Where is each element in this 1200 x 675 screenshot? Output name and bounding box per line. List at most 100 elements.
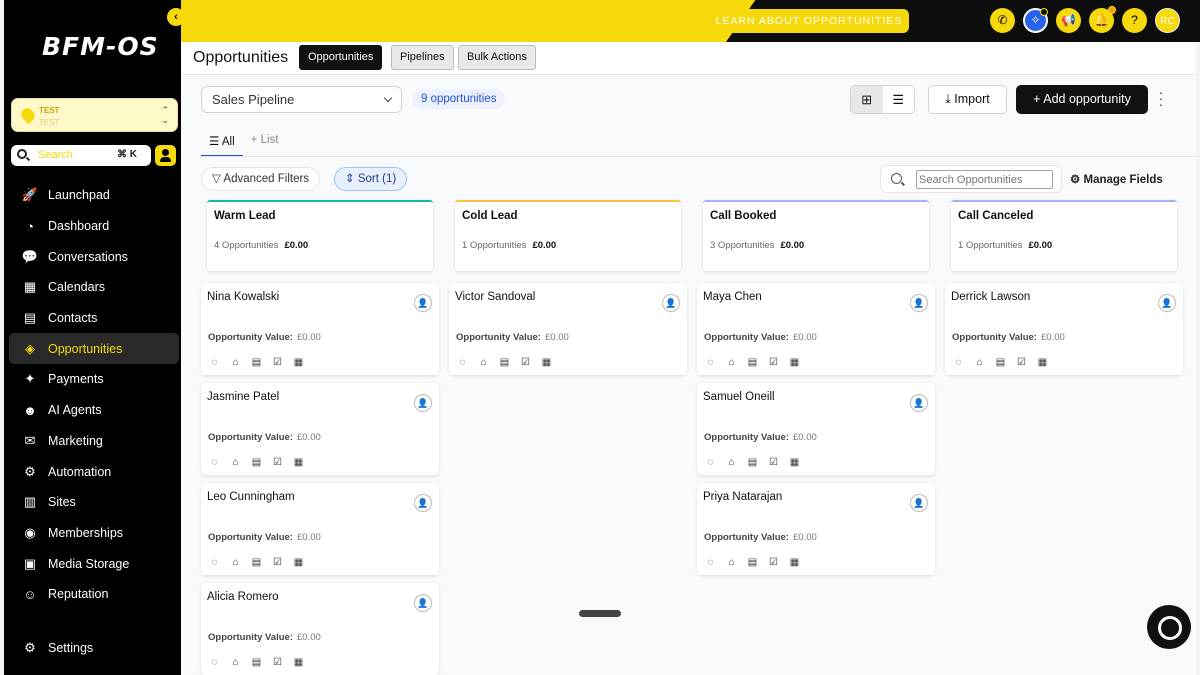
assign-user-icon[interactable]: 👤 [910, 494, 928, 512]
tag-icon[interactable]: ⌂ [477, 356, 490, 369]
task-checkbox-icon[interactable]: ☑ [767, 556, 780, 569]
assign-user-icon[interactable]: 👤 [1158, 294, 1176, 312]
list-view-icon[interactable]: ☰ [883, 86, 915, 113]
sort-button[interactable]: ⇕ Sort (1) [334, 167, 408, 191]
user-icon[interactable] [155, 145, 176, 166]
tab-bulk-actions[interactable]: Bulk Actions [458, 45, 536, 70]
tag-icon[interactable]: ⌂ [229, 556, 242, 569]
assign-user-icon[interactable]: 👤 [910, 394, 928, 412]
sidebar-item-marketing[interactable]: ✉ Marketing [9, 426, 179, 457]
task-checkbox-icon[interactable]: ☑ [271, 656, 284, 669]
task-checkbox-icon[interactable]: ☑ [1015, 356, 1028, 369]
tag-icon[interactable]: ⌂ [725, 456, 738, 469]
import-button[interactable]: ⤓ Import [928, 85, 1007, 114]
chat-widget-icon[interactable] [1147, 605, 1191, 649]
sidebar-item-calendars[interactable]: ▦ Calendars [9, 272, 179, 303]
opportunity-card[interactable]: Victor Sandoval 👤 Opportunity Value: £0.00 ◌… [449, 283, 687, 375]
horizontal-scroll-handle[interactable] [579, 610, 621, 617]
task-checkbox-icon[interactable]: ☑ [271, 356, 284, 369]
learn-about-button[interactable]: LEARN ABOUT OPPORTUNITIES [709, 9, 909, 33]
comment-icon[interactable]: ◌ [208, 356, 221, 369]
appointment-icon[interactable]: ▦ [292, 556, 305, 569]
assign-user-icon[interactable]: 👤 [910, 294, 928, 312]
tag-icon[interactable]: ⌂ [725, 556, 738, 569]
appointment-icon[interactable]: ▦ [1036, 356, 1049, 369]
phone-icon[interactable]: ✆ [990, 8, 1015, 33]
bell-icon[interactable]: 🔔 [1089, 6, 1116, 33]
grid-view-icon[interactable]: ⊞ [851, 86, 883, 113]
opportunity-name[interactable]: Victor Sandoval [455, 291, 535, 303]
advanced-filters-button[interactable]: ▽ Advanced Filters [201, 167, 321, 191]
comment-icon[interactable]: ◌ [952, 356, 965, 369]
opportunity-name[interactable]: Samuel Oneill [703, 391, 775, 403]
opportunity-name[interactable]: Leo Cunningham [207, 491, 295, 503]
appointment-icon[interactable]: ▦ [292, 656, 305, 669]
sidebar-item-sites[interactable]: ▥ Sites [9, 487, 179, 518]
task-checkbox-icon[interactable]: ☑ [519, 356, 532, 369]
note-icon[interactable]: ▤ [250, 556, 263, 569]
appointment-icon[interactable]: ▦ [788, 356, 801, 369]
opportunity-card[interactable]: Leo Cunningham 👤 Opportunity Value: £0.00 ◌ ⌂… [201, 483, 439, 575]
sidebar-item-opportunities[interactable]: ◈ Opportunities [9, 333, 179, 365]
opportunity-name[interactable]: Nina Kowalski [207, 291, 279, 303]
opportunity-card[interactable]: Priya Natarajan 👤 Opportunity Value: £0.00 ◌… [697, 483, 935, 575]
comment-icon[interactable]: ◌ [704, 556, 717, 569]
search-input[interactable] [916, 170, 1053, 189]
more-options-icon[interactable]: · · · [1157, 85, 1165, 111]
task-checkbox-icon[interactable]: ☑ [767, 456, 780, 469]
manage-fields-button[interactable]: ⚙ Manage Fields [1070, 172, 1163, 186]
note-icon[interactable]: ▤ [250, 456, 263, 469]
assign-user-icon[interactable]: 👤 [414, 294, 432, 312]
appointment-icon[interactable]: ▦ [540, 356, 553, 369]
tag-icon[interactable]: ⌂ [229, 356, 242, 369]
comment-icon[interactable]: ◌ [208, 556, 221, 569]
opportunity-card[interactable]: Derrick Lawson 👤 Opportunity Value: £0.00 ◌ ⌂… [945, 283, 1183, 375]
sidebar-item-payments[interactable]: ✦ Payments [9, 364, 179, 395]
appointment-icon[interactable]: ▦ [292, 456, 305, 469]
opportunity-card[interactable]: Maya Chen 👤 Opportunity Value: £0.00 ◌ ⌂ ▤ ☑ ▦ [697, 283, 935, 375]
sidebar-item-reputation[interactable]: ☺ Reputation [9, 579, 179, 610]
sidebar-item-contacts[interactable]: ▤ Contacts [9, 303, 179, 334]
opportunity-name[interactable]: Priya Natarajan [703, 491, 782, 503]
tag-icon[interactable]: ⌂ [229, 456, 242, 469]
tag-icon[interactable]: ⌂ [973, 356, 986, 369]
opportunity-name[interactable]: Alicia Romero [207, 591, 279, 603]
appointment-icon[interactable]: ▦ [788, 456, 801, 469]
tab-pipelines[interactable]: Pipelines [391, 45, 454, 70]
task-checkbox-icon[interactable]: ☑ [271, 456, 284, 469]
megaphone-icon[interactable]: 📢 [1056, 8, 1081, 33]
opportunity-card[interactable]: Alicia Romero 👤 Opportunity Value: £0.00 ◌ ⌂ ▤… [201, 583, 439, 675]
assign-user-icon[interactable]: 👤 [662, 294, 680, 312]
appointment-icon[interactable]: ▦ [788, 556, 801, 569]
tab-all[interactable]: ☰ All [201, 130, 243, 157]
sidebar-item-dashboard[interactable]: ◔ Dashboard [9, 211, 179, 242]
tab-opportunities[interactable]: Opportunities [299, 45, 383, 70]
assign-user-icon[interactable]: 👤 [414, 494, 432, 512]
sidebar-item-settings[interactable]: ⚙ Settings [22, 640, 93, 656]
account-switcher[interactable]: TEST TEST ⌃ ⌄ [11, 98, 178, 132]
sidebar-item-launchpad[interactable]: 🚀 Launchpad [9, 180, 179, 211]
note-icon[interactable]: ▤ [746, 356, 759, 369]
help-icon[interactable]: ? [1122, 8, 1147, 33]
ai-sparkle-icon[interactable]: ✧ [1023, 8, 1048, 33]
comment-icon[interactable]: ◌ [208, 456, 221, 469]
opportunity-name[interactable]: Jasmine Patel [207, 391, 279, 403]
note-icon[interactable]: ▤ [250, 356, 263, 369]
opportunity-card[interactable]: Nina Kowalski 👤 Opportunity Value: £0.00 ◌ ⌂ ▤… [201, 283, 439, 375]
sidebar-item-conversations[interactable]: 💬 Conversations [9, 241, 179, 272]
comment-icon[interactable]: ◌ [456, 356, 469, 369]
appointment-icon[interactable]: ▦ [292, 356, 305, 369]
comment-icon[interactable]: ◌ [704, 356, 717, 369]
add-opportunity-button[interactable]: + Add opportunity [1016, 85, 1148, 114]
assign-user-icon[interactable]: 👤 [414, 394, 432, 412]
opportunity-card[interactable]: Samuel Oneill 👤 Opportunity Value: £0.00 ◌ ⌂ ▤… [697, 383, 935, 475]
sidebar-search[interactable]: Search ⌘ K [11, 145, 151, 166]
note-icon[interactable]: ▤ [498, 356, 511, 369]
tab-add-list[interactable]: + List [243, 130, 287, 157]
task-checkbox-icon[interactable]: ☑ [767, 356, 780, 369]
pipeline-select[interactable]: Sales Pipeline [201, 86, 402, 113]
tag-icon[interactable]: ⌂ [229, 656, 242, 669]
opportunity-name[interactable]: Derrick Lawson [951, 291, 1030, 303]
task-checkbox-icon[interactable]: ☑ [271, 556, 284, 569]
assign-user-icon[interactable]: 👤 [414, 594, 432, 612]
